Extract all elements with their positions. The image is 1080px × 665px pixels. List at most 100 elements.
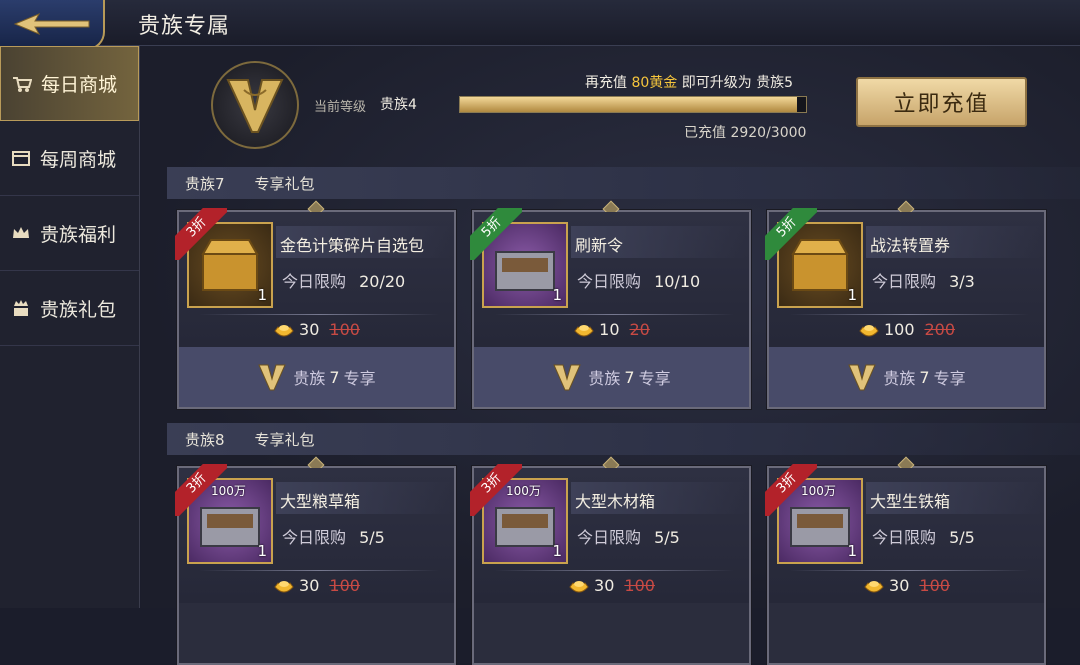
current-price: 30 [299, 320, 320, 339]
upgrade-target: 贵族5 [756, 75, 794, 91]
item-quantity: 1 [552, 542, 562, 560]
gold-ingot-icon [574, 324, 594, 336]
badge-suffix: 专享 [933, 369, 966, 388]
item-name: 大型粮草箱 [280, 492, 361, 511]
item-name: 战法转置券 [870, 236, 951, 255]
badge-level: 7 [919, 367, 930, 387]
price-row: 30 100 [769, 576, 1044, 595]
upgrade-prefix: 再充值 [585, 75, 627, 91]
calendar-icon [10, 147, 32, 169]
gift-pack-card[interactable]: 1 5折 刷新令 今日限购 10/10 10 20 贵族 7 专享 [470, 200, 751, 409]
discount-tag: 3折 [175, 464, 227, 516]
sidebar-item-noble-gift[interactable]: 贵族礼包 [0, 271, 139, 346]
gift-pack-card[interactable]: 100万 1 3折 大型粮草箱 今日限购 5/5 30 100 [175, 456, 456, 665]
price-row: 100 200 [769, 320, 1044, 339]
discount-label: 3折 [765, 464, 817, 516]
current-price: 30 [299, 576, 320, 595]
discount-tag: 3折 [470, 464, 522, 516]
card-body: 1 3折 金色计策碎片自选包 今日限购 20/20 30 100 [175, 208, 454, 347]
badge-prefix: 贵族 [293, 369, 326, 388]
recharge-button[interactable]: 立即充值 [856, 77, 1027, 127]
divider [494, 570, 734, 571]
vip-badge-icon [258, 364, 287, 391]
limit-value: 5/5 [654, 528, 680, 547]
item-name: 大型生铁箱 [870, 492, 951, 511]
purchase-limit: 今日限购 3/3 [872, 268, 975, 292]
cart-icon [11, 73, 33, 95]
gift-pack-card[interactable]: 100万 1 3折 大型生铁箱 今日限购 5/5 30 100 [765, 456, 1046, 665]
page-title: 贵族专属 [138, 14, 231, 39]
section-title: 专享礼包 [254, 174, 315, 193]
section-header-vip8: 贵族8 专享礼包 [167, 423, 1080, 455]
card-body: 100万 1 3折 大型粮草箱 今日限购 5/5 30 100 [175, 464, 454, 603]
sidebar-item-label: 贵族礼包 [40, 298, 117, 321]
badge-suffix: 专享 [343, 369, 376, 388]
sidebar-item-weekly-shop[interactable]: 每周商城 [0, 121, 139, 196]
vip-exclusive-badge[interactable]: 贵族 7 专享 [179, 347, 454, 407]
limit-value: 20/20 [359, 272, 406, 291]
item-quantity: 1 [257, 286, 267, 304]
gold-ingot-icon [864, 580, 884, 592]
section-header-vip7: 贵族7 专享礼包 [167, 167, 1080, 199]
upgrade-amount: 80黄金 [631, 75, 678, 91]
gold-ingot-icon [569, 580, 589, 592]
item-quantity: 1 [847, 542, 857, 560]
section-title: 专享礼包 [254, 430, 315, 449]
vip-exclusive-badge[interactable]: 贵族 7 专享 [769, 347, 1044, 407]
vip-exclusive-badge[interactable]: 贵族 7 专享 [474, 347, 749, 407]
limit-value: 5/5 [359, 528, 385, 547]
vip-badge-icon [553, 364, 582, 391]
purchase-limit: 今日限购 10/10 [577, 268, 700, 292]
gift-pack-card[interactable]: 1 5折 战法转置券 今日限购 3/3 100 200 贵族 7 专享 [765, 200, 1046, 409]
gift-crown-icon [10, 297, 32, 319]
card-body: 1 5折 刷新令 今日限购 10/10 10 20 [470, 208, 749, 347]
gift-pack-card[interactable]: 100万 1 3折 大型木材箱 今日限购 5/5 30 100 [470, 456, 751, 665]
limit-label: 今日限购 [577, 528, 642, 547]
sidebar-item-daily-shop[interactable]: 每日商城 [0, 46, 139, 121]
sidebar-item-label: 贵族福利 [40, 223, 117, 246]
price-row: 30 100 [179, 576, 454, 595]
sidebar-item-label: 每周商城 [40, 148, 117, 171]
discount-label: 5折 [470, 208, 522, 260]
back-button[interactable] [0, 0, 105, 50]
limit-label: 今日限购 [282, 528, 347, 547]
badge-prefix: 贵族 [883, 369, 916, 388]
current-price: 10 [599, 320, 620, 339]
item-quantity: 1 [847, 286, 857, 304]
limit-value: 5/5 [949, 528, 975, 547]
sidebar-item-noble-benefits[interactable]: 贵族福利 [0, 196, 139, 271]
purchase-limit: 今日限购 20/20 [282, 268, 405, 292]
current-price: 30 [889, 576, 910, 595]
price-row: 30 100 [179, 320, 454, 339]
divider [494, 314, 734, 315]
crown-icon [10, 222, 32, 244]
original-price: 100 [329, 320, 360, 339]
current-price: 30 [594, 576, 615, 595]
gift-pack-card[interactable]: 1 3折 金色计策碎片自选包 今日限购 20/20 30 100 贵族 7 专享 [175, 200, 456, 409]
upgrade-middle: 即可升级为 [681, 75, 752, 91]
purchase-limit: 今日限购 5/5 [577, 524, 680, 548]
limit-label: 今日限购 [872, 272, 937, 291]
limit-value: 10/10 [654, 272, 701, 291]
limit-value: 3/3 [949, 272, 975, 291]
divider [789, 314, 1029, 315]
sidebar: 每日商城 每周商城 贵族福利 贵族礼包 [0, 46, 140, 608]
main-panel: 当前等级 贵族4 再充值 80黄金 即可升级为 贵族5 已充值 2920/300… [141, 46, 1080, 665]
discount-tag: 5折 [765, 208, 817, 260]
section-vip-level: 贵族8 [185, 430, 225, 449]
divider [199, 314, 439, 315]
divider [789, 570, 1029, 571]
original-price: 100 [919, 576, 950, 595]
gold-ingot-icon [274, 580, 294, 592]
card-body: 100万 1 3折 大型生铁箱 今日限购 5/5 30 100 [765, 464, 1044, 603]
limit-label: 今日限购 [577, 272, 642, 291]
section-vip-level: 贵族7 [185, 174, 225, 193]
charged-amount: 已充值 2920/3000 [684, 125, 807, 141]
badge-level: 7 [329, 367, 340, 387]
current-level-value: 贵族4 [380, 97, 417, 113]
gold-ingot-icon [274, 324, 294, 336]
purchase-limit: 今日限购 5/5 [872, 524, 975, 548]
vip-emblem-icon [211, 61, 299, 149]
purchase-limit: 今日限购 5/5 [282, 524, 385, 548]
item-name: 金色计策碎片自选包 [280, 236, 425, 255]
